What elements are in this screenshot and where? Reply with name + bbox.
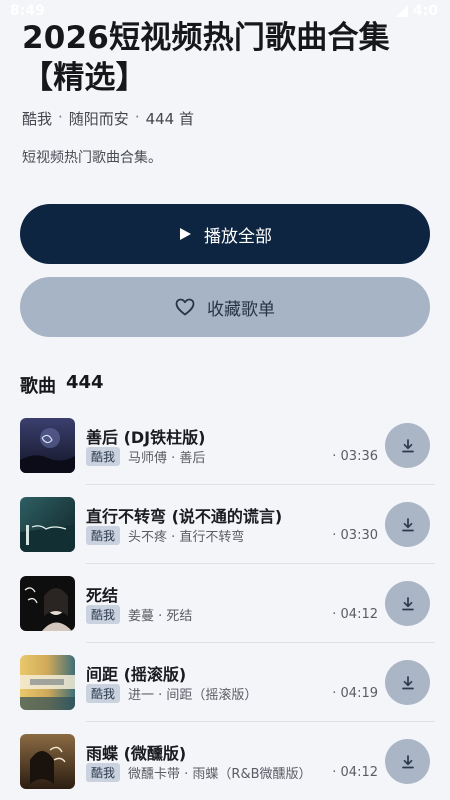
download-icon xyxy=(401,596,414,610)
status-bar: 8:49 4:0 xyxy=(0,0,450,26)
song-cover xyxy=(20,418,75,473)
play-all-button[interactable]: 播放全部 xyxy=(20,204,430,264)
download-button[interactable] xyxy=(385,581,430,626)
song-subline: 酷我 头不疼 · 直行不转弯 xyxy=(86,526,244,545)
song-row[interactable]: 雨蝶 (微醺版) 酷我 微醺卡带 · 雨蝶（R&B微醺版） · 04:12 xyxy=(20,722,430,800)
song-artist-album: 马师傅 · 善后 xyxy=(128,451,206,466)
song-duration: · 04:12 xyxy=(332,607,378,622)
download-button[interactable] xyxy=(385,739,430,784)
song-cover xyxy=(20,655,75,710)
song-title: 间距 (摇滚版) xyxy=(86,665,187,684)
playlist-count: 444 首 xyxy=(145,110,194,128)
song-title: 死结 xyxy=(86,586,119,605)
songs-section-count: 444 xyxy=(66,372,104,393)
download-icon xyxy=(401,517,414,531)
song-duration: · 04:19 xyxy=(332,686,378,701)
playlist-screen: 8:49 4:0 2026短视频热门歌曲合集【精选】 酷我 · 随阳而安 · 4… xyxy=(0,0,450,800)
download-icon xyxy=(401,754,414,768)
song-subline: 酷我 进一 · 间距（摇滚版） xyxy=(86,684,257,703)
meta-separator: · xyxy=(58,108,63,126)
song-title: 善后 (DJ铁柱版) xyxy=(86,428,206,447)
song-artist-album: 姜蔓 · 死结 xyxy=(128,609,193,624)
favorite-playlist-button[interactable]: 收藏歌单 xyxy=(20,277,430,337)
play-icon xyxy=(180,228,191,240)
song-duration: · 03:30 xyxy=(332,528,378,543)
song-row[interactable]: 善后 (DJ铁柱版) 酷我 马师傅 · 善后 · 03:36 xyxy=(20,406,435,485)
source-badge: 酷我 xyxy=(86,605,121,624)
song-title: 直行不转弯 (说不通的谎言) xyxy=(86,507,283,526)
songs-section-label: 歌曲 xyxy=(20,376,56,397)
songs-section-header: 歌曲 444 xyxy=(20,372,104,398)
playlist-title: 2026短视频热门歌曲合集【精选】 xyxy=(22,20,390,96)
heart-icon xyxy=(175,298,195,316)
playlist-description: 短视频热门歌曲合集。 xyxy=(22,150,162,166)
song-cover xyxy=(20,497,75,552)
playlist-meta: 酷我 · 随阳而安 · 444 首 xyxy=(22,108,432,129)
song-row[interactable]: 间距 (摇滚版) 酷我 进一 · 间距（摇滚版） · 04:19 xyxy=(20,643,435,722)
song-row[interactable]: 死结 酷我 姜蔓 · 死结 · 04:12 xyxy=(20,564,435,643)
song-artist-album: 微醺卡带 · 雨蝶（R&B微醺版） xyxy=(128,767,312,782)
song-duration: · 04:12 xyxy=(332,765,378,780)
song-cover xyxy=(20,734,75,789)
play-all-label: 播放全部 xyxy=(204,226,272,247)
song-list: 善后 (DJ铁柱版) 酷我 马师傅 · 善后 · 03:36 直行不转弯 (说不… xyxy=(0,406,450,800)
song-artist-album: 进一 · 间距（摇滚版） xyxy=(128,688,258,703)
status-indicators: 4:0 xyxy=(395,3,438,19)
playlist-author[interactable]: 随阳而安 xyxy=(69,108,129,129)
source-badge: 酷我 xyxy=(86,763,121,782)
playlist-source: 酷我 xyxy=(22,110,53,128)
download-button[interactable] xyxy=(385,502,430,547)
download-icon xyxy=(401,675,414,689)
source-badge: 酷我 xyxy=(86,447,121,466)
song-title: 雨蝶 (微醺版) xyxy=(86,744,187,763)
download-button[interactable] xyxy=(385,423,430,468)
song-subline: 酷我 马师傅 · 善后 xyxy=(86,447,205,466)
song-subline: 酷我 微醺卡带 · 雨蝶（R&B微醺版） xyxy=(86,763,312,782)
playlist-header: 2026短视频热门歌曲合集【精选】 酷我 · 随阳而安 · 444 首 短视频热… xyxy=(22,18,432,167)
download-button[interactable] xyxy=(385,660,430,705)
song-subline: 酷我 姜蔓 · 死结 xyxy=(86,605,192,624)
meta-separator: · xyxy=(134,108,140,126)
song-cover xyxy=(20,576,75,631)
source-badge: 酷我 xyxy=(86,526,121,545)
download-icon xyxy=(401,438,414,452)
status-time: 8:49 xyxy=(10,3,45,19)
signal-icon xyxy=(395,5,408,17)
source-badge: 酷我 xyxy=(86,684,121,703)
song-row[interactable]: 直行不转弯 (说不通的谎言) 酷我 头不疼 · 直行不转弯 · 03:30 xyxy=(20,485,435,564)
song-duration: · 03:36 xyxy=(332,449,378,464)
song-artist-album: 头不疼 · 直行不转弯 xyxy=(128,530,245,545)
favorite-label: 收藏歌单 xyxy=(207,299,275,320)
battery-text: 4:0 xyxy=(412,3,438,19)
